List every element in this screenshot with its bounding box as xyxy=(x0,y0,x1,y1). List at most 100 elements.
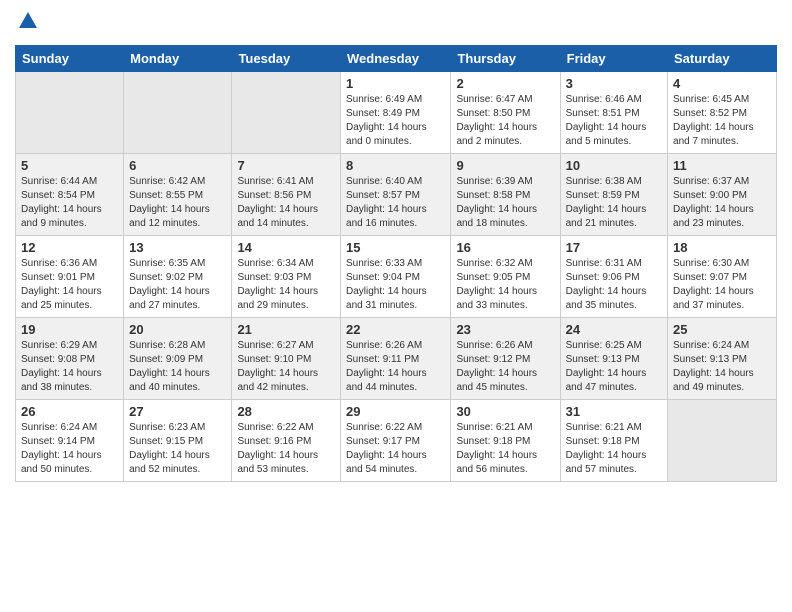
day-cell: 31 Sunrise: 6:21 AMSunset: 9:18 PMDayligh… xyxy=(560,400,667,482)
day-number: 21 xyxy=(237,322,335,337)
day-cell: 11 Sunrise: 6:37 AMSunset: 9:00 PMDayligh… xyxy=(668,154,777,236)
day-info: Sunrise: 6:32 AMSunset: 9:05 PMDaylight:… xyxy=(456,257,554,313)
calendar-page: SundayMondayTuesdayWednesdayThursdayFrid… xyxy=(0,0,792,612)
day-info: Sunrise: 6:38 AMSunset: 8:59 PMDaylight:… xyxy=(566,175,662,231)
day-info: Sunrise: 6:42 AMSunset: 8:55 PMDaylight:… xyxy=(129,175,226,231)
day-info: Sunrise: 6:30 AMSunset: 9:07 PMDaylight:… xyxy=(673,257,771,313)
day-info: Sunrise: 6:26 AMSunset: 9:12 PMDaylight:… xyxy=(456,339,554,395)
day-number: 6 xyxy=(129,158,226,173)
day-number: 15 xyxy=(346,240,445,255)
day-info: Sunrise: 6:27 AMSunset: 9:10 PMDaylight:… xyxy=(237,339,335,395)
calendar-table: SundayMondayTuesdayWednesdayThursdayFrid… xyxy=(15,45,777,482)
day-cell: 29 Sunrise: 6:22 AMSunset: 9:17 PMDayligh… xyxy=(341,400,451,482)
week-row-4: 19 Sunrise: 6:29 AMSunset: 9:08 PMDayligh… xyxy=(16,318,777,400)
day-info: Sunrise: 6:39 AMSunset: 8:58 PMDaylight:… xyxy=(456,175,554,231)
week-row-2: 5 Sunrise: 6:44 AMSunset: 8:54 PMDaylight… xyxy=(16,154,777,236)
day-info: Sunrise: 6:37 AMSunset: 9:00 PMDaylight:… xyxy=(673,175,771,231)
day-number: 22 xyxy=(346,322,445,337)
day-number: 18 xyxy=(673,240,771,255)
day-number: 29 xyxy=(346,404,445,419)
day-cell: 16Sunrise: 6:32 AMSunset: 9:05 PMDayligh… xyxy=(451,236,560,318)
day-cell: 14 Sunrise: 6:34 AMSunset: 9:03 PMDayligh… xyxy=(232,236,341,318)
day-number: 13 xyxy=(129,240,226,255)
day-number: 20 xyxy=(129,322,226,337)
header xyxy=(15,10,777,37)
day-cell xyxy=(668,400,777,482)
day-number: 28 xyxy=(237,404,335,419)
week-row-3: 12Sunrise: 6:36 AMSunset: 9:01 PMDayligh… xyxy=(16,236,777,318)
day-number: 2 xyxy=(456,76,554,91)
day-number: 14 xyxy=(237,240,335,255)
col-header-friday: Friday xyxy=(560,46,667,72)
col-header-saturday: Saturday xyxy=(668,46,777,72)
day-cell: 9Sunrise: 6:39 AMSunset: 8:58 PMDaylight… xyxy=(451,154,560,236)
day-number: 5 xyxy=(21,158,118,173)
day-cell: 20 Sunrise: 6:28 AMSunset: 9:09 PMDayligh… xyxy=(124,318,232,400)
col-header-wednesday: Wednesday xyxy=(341,46,451,72)
week-row-5: 26 Sunrise: 6:24 AMSunset: 9:14 PMDayligh… xyxy=(16,400,777,482)
day-info: Sunrise: 6:25 AMSunset: 9:13 PMDaylight:… xyxy=(566,339,662,395)
day-cell: 6 Sunrise: 6:42 AMSunset: 8:55 PMDaylight… xyxy=(124,154,232,236)
col-header-sunday: Sunday xyxy=(16,46,124,72)
week-row-1: 1 Sunrise: 6:49 AMSunset: 8:49 PMDaylight… xyxy=(16,72,777,154)
day-info: Sunrise: 6:29 AMSunset: 9:08 PMDaylight:… xyxy=(21,339,118,395)
day-number: 19 xyxy=(21,322,118,337)
day-cell: 28 Sunrise: 6:22 AMSunset: 9:16 PMDayligh… xyxy=(232,400,341,482)
day-number: 17 xyxy=(566,240,662,255)
day-cell: 27 Sunrise: 6:23 AMSunset: 9:15 PMDayligh… xyxy=(124,400,232,482)
day-info: Sunrise: 6:24 AMSunset: 9:13 PMDaylight:… xyxy=(673,339,771,395)
day-cell: 24Sunrise: 6:25 AMSunset: 9:13 PMDayligh… xyxy=(560,318,667,400)
day-info: Sunrise: 6:49 AMSunset: 8:49 PMDaylight:… xyxy=(346,93,445,149)
day-info: Sunrise: 6:44 AMSunset: 8:54 PMDaylight:… xyxy=(21,175,118,231)
day-cell: 17 Sunrise: 6:31 AMSunset: 9:06 PMDayligh… xyxy=(560,236,667,318)
day-cell: 12Sunrise: 6:36 AMSunset: 9:01 PMDayligh… xyxy=(16,236,124,318)
day-info: Sunrise: 6:23 AMSunset: 9:15 PMDaylight:… xyxy=(129,421,226,477)
day-info: Sunrise: 6:21 AMSunset: 9:18 PMDaylight:… xyxy=(566,421,662,477)
col-header-tuesday: Tuesday xyxy=(232,46,341,72)
day-number: 23 xyxy=(456,322,554,337)
day-number: 30 xyxy=(456,404,554,419)
day-cell: 3Sunrise: 6:46 AMSunset: 8:51 PMDaylight… xyxy=(560,72,667,154)
day-info: Sunrise: 6:31 AMSunset: 9:06 PMDaylight:… xyxy=(566,257,662,313)
day-info: Sunrise: 6:21 AMSunset: 9:18 PMDaylight:… xyxy=(456,421,554,477)
day-info: Sunrise: 6:46 AMSunset: 8:51 PMDaylight:… xyxy=(566,93,662,149)
col-header-thursday: Thursday xyxy=(451,46,560,72)
day-info: Sunrise: 6:47 AMSunset: 8:50 PMDaylight:… xyxy=(456,93,554,149)
calendar-header-row: SundayMondayTuesdayWednesdayThursdayFrid… xyxy=(16,46,777,72)
day-info: Sunrise: 6:22 AMSunset: 9:17 PMDaylight:… xyxy=(346,421,445,477)
day-cell: 30 Sunrise: 6:21 AMSunset: 9:18 PMDayligh… xyxy=(451,400,560,482)
day-number: 31 xyxy=(566,404,662,419)
day-number: 12 xyxy=(21,240,118,255)
day-cell: 10 Sunrise: 6:38 AMSunset: 8:59 PMDayligh… xyxy=(560,154,667,236)
day-info: Sunrise: 6:40 AMSunset: 8:57 PMDaylight:… xyxy=(346,175,445,231)
day-cell: 13 Sunrise: 6:35 AMSunset: 9:02 PMDayligh… xyxy=(124,236,232,318)
day-cell: 8Sunrise: 6:40 AMSunset: 8:57 PMDaylight… xyxy=(341,154,451,236)
day-cell: 21 Sunrise: 6:27 AMSunset: 9:10 PMDayligh… xyxy=(232,318,341,400)
day-number: 27 xyxy=(129,404,226,419)
day-number: 26 xyxy=(21,404,118,419)
logo-icon xyxy=(17,10,39,32)
day-cell: 26 Sunrise: 6:24 AMSunset: 9:14 PMDayligh… xyxy=(16,400,124,482)
day-number: 11 xyxy=(673,158,771,173)
logo xyxy=(15,14,39,37)
day-cell: 19 Sunrise: 6:29 AMSunset: 9:08 PMDayligh… xyxy=(16,318,124,400)
day-info: Sunrise: 6:45 AMSunset: 8:52 PMDaylight:… xyxy=(673,93,771,149)
day-info: Sunrise: 6:26 AMSunset: 9:11 PMDaylight:… xyxy=(346,339,445,395)
day-info: Sunrise: 6:28 AMSunset: 9:09 PMDaylight:… xyxy=(129,339,226,395)
day-cell: 23 Sunrise: 6:26 AMSunset: 9:12 PMDayligh… xyxy=(451,318,560,400)
day-number: 4 xyxy=(673,76,771,91)
day-info: Sunrise: 6:33 AMSunset: 9:04 PMDaylight:… xyxy=(346,257,445,313)
day-info: Sunrise: 6:35 AMSunset: 9:02 PMDaylight:… xyxy=(129,257,226,313)
day-number: 1 xyxy=(346,76,445,91)
day-info: Sunrise: 6:22 AMSunset: 9:16 PMDaylight:… xyxy=(237,421,335,477)
day-cell: 7Sunrise: 6:41 AMSunset: 8:56 PMDaylight… xyxy=(232,154,341,236)
day-info: Sunrise: 6:41 AMSunset: 8:56 PMDaylight:… xyxy=(237,175,335,231)
col-header-monday: Monday xyxy=(124,46,232,72)
day-cell xyxy=(124,72,232,154)
day-info: Sunrise: 6:24 AMSunset: 9:14 PMDaylight:… xyxy=(21,421,118,477)
day-cell xyxy=(232,72,341,154)
day-info: Sunrise: 6:34 AMSunset: 9:03 PMDaylight:… xyxy=(237,257,335,313)
day-number: 10 xyxy=(566,158,662,173)
day-cell: 1 Sunrise: 6:49 AMSunset: 8:49 PMDaylight… xyxy=(341,72,451,154)
day-cell: 2 Sunrise: 6:47 AMSunset: 8:50 PMDaylight… xyxy=(451,72,560,154)
